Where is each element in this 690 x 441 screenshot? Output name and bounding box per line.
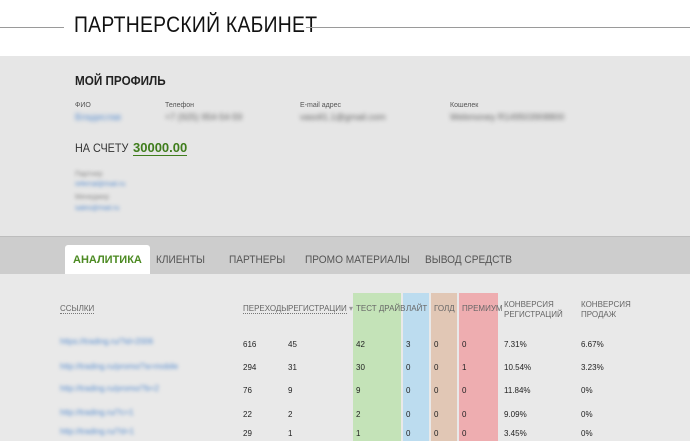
col-header-premium[interactable]: ПРЕМИУМ [462,304,503,314]
col-header-registrations[interactable]: РЕГИСТРАЦИИ ▾ [288,304,353,314]
col-header-conv-reg[interactable]: КОНВЕРСИЯ РЕГИСТРАЦИЙ [504,300,563,320]
row-premium: 0 [462,429,467,438]
row-conv-sales: 0% [581,386,593,395]
header-rule-left [0,27,64,28]
tab-bar: АНАЛИТИКА КЛИЕНТЫ ПАРТНЕРЫ ПРОМО МАТЕРИА… [0,236,690,275]
row-test-drive: 30 [356,363,365,372]
row-premium: 0 [462,340,467,349]
balance-label: НА СЧЕТУ [75,141,129,155]
row-conv-sales: 0% [581,410,593,419]
row-lite: 0 [406,386,411,395]
row-conv-reg: 10.54% [504,363,532,372]
name-value: Владислав [75,112,122,122]
row-conv-sales: 6.67% [581,340,604,349]
phone-value: +7 (925) 954-54-59 [165,112,243,122]
page-header: ПАРТНЕРСКИЙ КАБИНЕТ [0,0,690,56]
row-conv-reg: 7.31% [504,340,527,349]
profile-section: МОЙ ПРОФИЛЬ ФИО Владислав Телефон +7 (92… [0,56,690,236]
manager-link[interactable]: sales@mail.ru [75,205,119,212]
row-link[interactable]: http://trading.ru/?d=1 [60,427,134,436]
row-conv-reg: 9.09% [504,410,527,419]
header-rule-right [306,27,690,28]
row-lite: 0 [406,429,411,438]
row-test-drive: 42 [356,340,365,349]
row-visits: 616 [243,340,257,349]
partner-link[interactable]: referral@mail.ru [75,181,125,188]
row-gold: 0 [434,340,439,349]
row-premium: 0 [462,386,467,395]
row-test-drive: 2 [356,410,361,419]
wallet-label: Кошелек [450,102,479,109]
manager-label: Менеджер [75,194,109,201]
row-link[interactable]: http://trading.ru/promo/?b=2 [60,384,159,393]
tab-clients[interactable]: КЛИЕНТЫ [156,245,205,275]
page-title: ПАРТНЕРСКИЙ КАБИНЕТ [74,12,318,37]
row-conv-sales: 3.23% [581,363,604,372]
row-link[interactable]: http://trading.ru/promo/?a=mobile [60,362,178,371]
tab-withdraw[interactable]: ВЫВОД СРЕДСТВ [425,245,512,275]
row-conv-reg: 11.84% [504,386,531,395]
row-registrations: 1 [288,429,293,438]
email-label: E-mail адрес [300,102,342,109]
row-visits: 22 [243,410,252,419]
row-visits: 76 [243,386,252,395]
row-registrations: 9 [288,386,293,395]
col-header-gold[interactable]: ГОЛД [434,304,455,314]
row-visits: 29 [243,429,252,438]
row-test-drive: 9 [356,386,361,395]
tab-promo-materials[interactable]: ПРОМО МАТЕРИАЛЫ [305,245,410,275]
row-premium: 0 [462,410,467,419]
row-lite: 0 [406,363,411,372]
row-visits: 294 [243,363,257,372]
row-gold: 0 [434,429,439,438]
wallet-value: Webmoney R149503908800 [450,112,565,122]
row-link[interactable]: https://trading.ru/?id=2006 [60,337,153,346]
name-label: ФИО [75,102,91,109]
col-header-conv-sales[interactable]: КОНВЕРСИЯ ПРОДАЖ [581,300,631,320]
email-value: vasoll1.1@gmail.com [300,112,386,122]
phone-label: Телефон [165,102,195,109]
row-registrations: 31 [288,363,297,372]
row-registrations: 45 [288,340,297,349]
row-registrations: 2 [288,410,293,419]
row-lite: 0 [406,410,411,419]
profile-title: МОЙ ПРОФИЛЬ [75,73,166,88]
row-gold: 0 [434,386,439,395]
tab-analytics[interactable]: АНАЛИТИКА [65,245,150,275]
row-lite: 3 [406,340,411,349]
row-conv-sales: 0% [581,429,593,438]
row-test-drive: 1 [356,429,361,438]
partner-label: Партнер [75,171,103,178]
sort-arrow-icon[interactable]: ▾ [349,304,353,313]
col-header-test-drive[interactable]: ТЕСТ ДРАЙВ [356,304,405,314]
col-header-lite[interactable]: ЛАЙТ [406,304,427,314]
row-link[interactable]: http://trading.ru/?c=1 [60,408,134,417]
row-gold: 0 [434,363,439,372]
tab-partners[interactable]: ПАРТНЕРЫ [229,245,285,275]
balance-value[interactable]: 30000.00 [133,140,188,156]
row-conv-reg: 3.45% [504,429,527,438]
col-header-links[interactable]: ССЫЛКИ [60,304,95,314]
analytics-panel: ССЫЛКИ ПЕРЕХОДЫ РЕГИСТРАЦИИ ▾ ТЕСТ ДРАЙВ… [0,274,690,441]
row-gold: 0 [434,410,439,419]
col-header-visits[interactable]: ПЕРЕХОДЫ [243,304,289,314]
row-premium: 1 [462,363,467,372]
